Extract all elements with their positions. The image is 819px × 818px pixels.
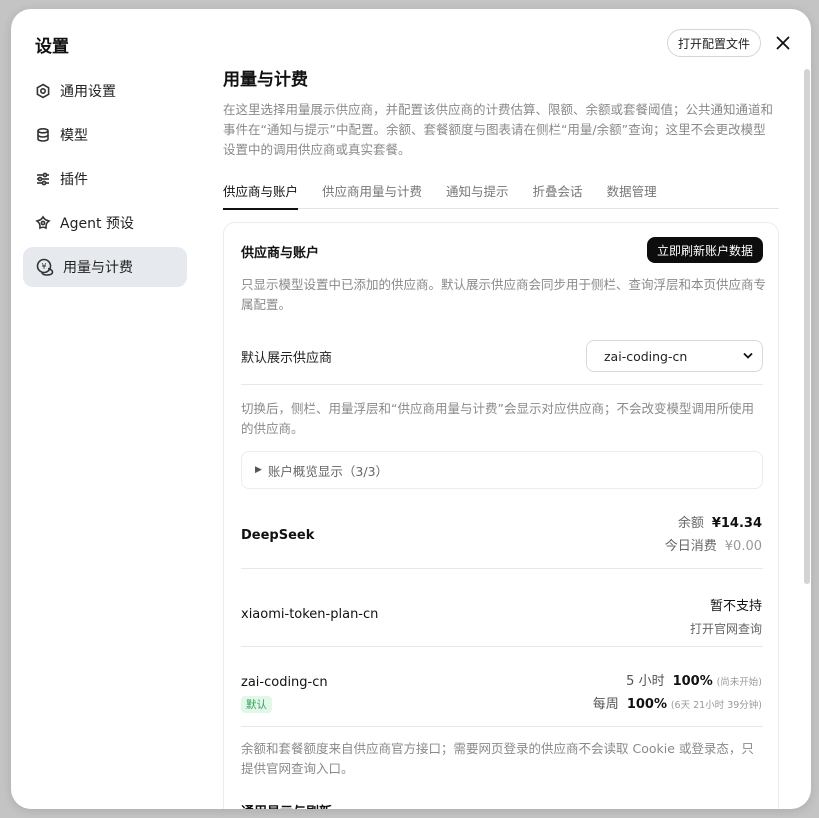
balance-label: 余额 xyxy=(677,516,704,531)
settings-dialog: 设置 通用设置 模型 插件 Agent 预设 ¥ 用量与计费 打开配置文件 用量… xyxy=(11,9,811,809)
sliders-icon xyxy=(35,171,51,187)
sidebar-item-label: 用量与计费 xyxy=(63,260,133,276)
card-description: 只显示模型设置中已添加的供应商。默认展示供应商会同步用于侧栏、查询浮层和本页供应… xyxy=(241,277,767,312)
database-icon xyxy=(35,127,51,143)
tab-data-management[interactable]: 数据管理 xyxy=(607,177,657,209)
balance-row: 余额 ¥14.34 xyxy=(665,512,762,535)
triangle-right-icon: ▶ xyxy=(255,465,262,475)
gear-icon xyxy=(35,83,51,99)
unsupported-status: 暂不支持 xyxy=(709,599,762,614)
sidebar-item-agent-presets[interactable]: Agent 预设 xyxy=(23,203,187,243)
divider xyxy=(241,726,763,727)
quota-value: 100% xyxy=(626,697,667,712)
scrollbar[interactable] xyxy=(804,69,810,584)
select-value: zai-coding-cn xyxy=(604,348,688,364)
quota-row-weekly: 每周 100% (6天 21小时 39分钟) xyxy=(593,693,762,716)
tab-provider-usage-billing[interactable]: 供应商用量与计费 xyxy=(322,177,422,209)
providers-card: 供应商与账户 立即刷新账户数据 只显示模型设置中已添加的供应商。默认展示供应商会… xyxy=(223,222,779,809)
sidebar: 设置 通用设置 模型 插件 Agent 预设 ¥ 用量与计费 xyxy=(11,9,201,809)
sidebar-item-label: Agent 预设 xyxy=(60,216,134,232)
coins-icon: ¥ xyxy=(35,257,55,277)
default-provider-select[interactable]: zai-coding-cn xyxy=(586,340,763,372)
refresh-accounts-button[interactable]: 立即刷新账户数据 xyxy=(647,237,764,263)
divider xyxy=(241,384,763,385)
xiaomi-status: 暂不支持 打开官网查询 xyxy=(690,595,762,637)
divider xyxy=(241,568,763,569)
quota-value: 100% xyxy=(672,674,713,689)
default-provider-label: 默认展示供应商 xyxy=(241,351,333,366)
sidebar-nav: 通用设置 模型 插件 Agent 预设 ¥ 用量与计费 xyxy=(23,71,187,291)
page-title: 用量与计费 xyxy=(223,70,308,90)
quota-hint: (尚未开始) xyxy=(716,677,762,688)
sidebar-item-label: 通用设置 xyxy=(60,84,116,100)
provider-name: zai-coding-cn xyxy=(241,675,328,690)
default-badge: 默认 xyxy=(241,696,272,713)
svg-text:¥: ¥ xyxy=(41,262,46,271)
source-note: 余额和套餐额度来自供应商官方接口；需要网页登录的供应商不会读取 Cookie 或… xyxy=(241,741,754,776)
section-title-display-refresh: 通用显示与刷新 xyxy=(241,801,332,809)
main-content: 用量与计费 在这里选择用量展示供应商，并配置该供应商的计费估算、限额、余额或套餐… xyxy=(223,9,793,809)
sidebar-title: 设置 xyxy=(35,37,69,57)
agent-icon xyxy=(35,215,51,231)
quota-hint: (6天 21小时 39分钟) xyxy=(670,700,762,711)
deepseek-stats: 余额 ¥14.34 今日消费 ¥0.00 xyxy=(665,512,762,558)
balance-value: ¥14.34 xyxy=(711,516,762,531)
open-official-site-link[interactable]: 打开官网查询 xyxy=(690,620,762,637)
tab-providers-accounts[interactable]: 供应商与账户 xyxy=(223,177,299,210)
today-spend-row: 今日消费 ¥0.00 xyxy=(665,535,762,558)
sidebar-item-label: 模型 xyxy=(60,128,88,144)
provider-name: DeepSeek xyxy=(241,528,315,543)
today-spend-label: 今日消费 xyxy=(664,539,717,554)
page-description: 在这里选择用量展示供应商，并配置该供应商的计费估算、限额、余额或套餐阈值；公共通… xyxy=(223,102,774,157)
account-overview-toggle[interactable]: ▶ 账户概览显示（3/3） xyxy=(241,451,763,489)
quota-row-5h: 5 小时 100% (尚未开始) xyxy=(593,670,762,693)
tab-collapsed-sessions[interactable]: 折叠会话 xyxy=(533,177,583,209)
sidebar-item-plugins[interactable]: 插件 xyxy=(23,159,187,199)
sidebar-item-general[interactable]: 通用设置 xyxy=(23,71,187,111)
zai-quota: 5 小时 100% (尚未开始) 每周 100% (6天 21小时 39分钟) xyxy=(593,670,762,716)
chevron-down-icon xyxy=(743,352,753,359)
quota-label: 每周 xyxy=(592,697,619,712)
tab-notifications[interactable]: 通知与提示 xyxy=(446,177,509,209)
provider-name: xiaomi-token-plan-cn xyxy=(241,607,379,622)
today-spend-value: ¥0.00 xyxy=(724,539,762,554)
account-overview-label: 账户概览显示（3/3） xyxy=(267,463,389,479)
sidebar-item-models[interactable]: 模型 xyxy=(23,115,187,155)
switch-note: 切换后，侧栏、用量浮层和“供应商用量与计费”会显示对应供应商；不会改变模型调用所… xyxy=(241,401,754,436)
divider xyxy=(241,646,763,647)
sidebar-item-label: 插件 xyxy=(60,172,88,188)
sidebar-item-usage-billing[interactable]: ¥ 用量与计费 xyxy=(23,247,187,287)
card-title: 供应商与账户 xyxy=(241,246,320,261)
quota-label: 5 小时 xyxy=(626,674,665,689)
tab-bar: 供应商与账户 供应商用量与计费 通知与提示 折叠会话 数据管理 xyxy=(223,177,779,210)
